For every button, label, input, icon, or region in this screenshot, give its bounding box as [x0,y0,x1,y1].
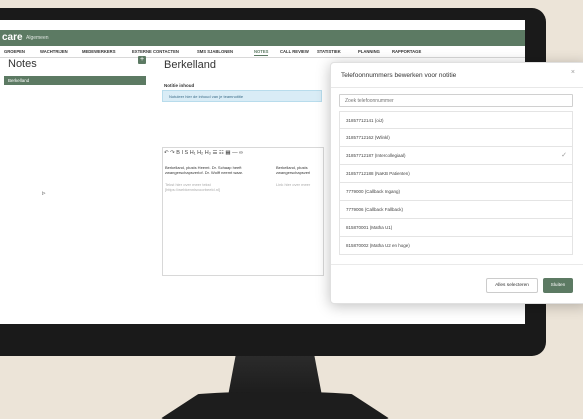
editor2-text-line: zwangerschapsverl [276,170,311,175]
tab-externe-contacten[interactable]: EXTERNE CONTACTEN [132,49,179,54]
phone-option-label: 815870002 (Matha U2 en hoge) [346,243,410,248]
main-nav: GROEPEN WACHTRIJEN MEDEWERKERS EXTERNE C… [0,46,525,58]
phone-option[interactable]: 7779006 (Callback Fallback) [339,201,573,219]
tab-call-review[interactable]: CALL REVIEW [280,49,309,54]
phone-option-label: 31857712162 (Wlinkl) [346,135,390,140]
phone-option-label: 7779006 (Callback Fallback) [346,207,404,212]
select-all-button[interactable]: Alles selecteren [486,278,538,293]
editor2-placeholder: Link hier over meer [276,182,311,187]
page-title: Berkelland [164,59,216,71]
sidebar-title: Notes [8,58,37,70]
editor-toolbar[interactable]: ↶ ↷ B I S H₁ H₂ H₃ ☰ ☷ ▦ — ∞ [164,150,243,156]
phone-option[interactable]: 31857712162 (Wlinkl) [339,129,573,147]
brand-logo[interactable]: care [2,32,23,43]
phone-option-label: 31857712141 (oiJ) [346,118,384,123]
phone-option[interactable]: 31857712187 (Intercollegiaal) ✓ [339,147,573,165]
brand-subtitle: Algemeen [26,35,49,41]
editor-placeholder: [https://webkennisvoorbeeld.nl] [165,187,220,192]
info-banner: Notuleer hier de inhoud van je teamnotit… [162,90,322,102]
divider [331,264,583,265]
tab-sms-sjablonen[interactable]: SMS SJABLONEN [197,49,233,54]
phone-option[interactable]: 31857712188 (NaKB Patienten) [339,165,573,183]
app-header: care Algemeen [0,30,525,46]
close-icon[interactable]: × [571,69,575,76]
phone-option[interactable]: 31857712141 (oiJ) [339,111,573,129]
phone-option[interactable]: 815870001 (Matha U1) [339,219,573,237]
phone-option-label: 31857712187 (Intercollegiaal) [346,153,406,158]
tab-notes[interactable]: NOTES [254,49,269,56]
editor-text-line: zwangerschapsverlof. Dr. Wolff neemt waa… [165,170,243,175]
phone-option[interactable]: 815870002 (Matha U2 en hoge) [339,237,573,255]
divider [331,87,583,88]
tab-statistiek[interactable]: STATISTIEK [317,49,341,54]
phone-option-label: 815870001 (Matha U1) [346,225,393,230]
tab-rapportage[interactable]: RAPPORTAGE [392,49,421,54]
check-icon: ✓ [561,152,567,159]
phone-option-label: 7779000 (Callback Ingang) [346,189,401,194]
tab-groepen[interactable]: GROEPEN [4,49,25,54]
mouse-cursor-icon: ▹ [42,190,46,197]
add-note-button[interactable]: + [138,56,146,64]
phone-numbers-modal: Telefoonnummers bewerken voor notitie × … [330,62,583,304]
phone-search-input[interactable] [339,94,573,107]
note-list-item[interactable]: Berkelland [4,76,146,85]
modal-title: Telefoonnummers bewerken voor notitie [341,72,457,79]
tab-medewerkers[interactable]: MEDEWERKERS [82,49,116,54]
phone-option-label: 31857712188 (NaKB Patienten) [346,171,410,176]
field-label: Notitie inhoud [164,83,195,88]
tab-wachtrijen[interactable]: WACHTRIJEN [40,49,68,54]
monitor-stand-base [160,392,390,419]
close-button[interactable]: Sluiten [543,278,573,293]
phone-option[interactable]: 7779000 (Callback Ingang) [339,183,573,201]
tab-planning[interactable]: PLANNING [358,49,380,54]
monitor-stand-neck [228,356,322,396]
